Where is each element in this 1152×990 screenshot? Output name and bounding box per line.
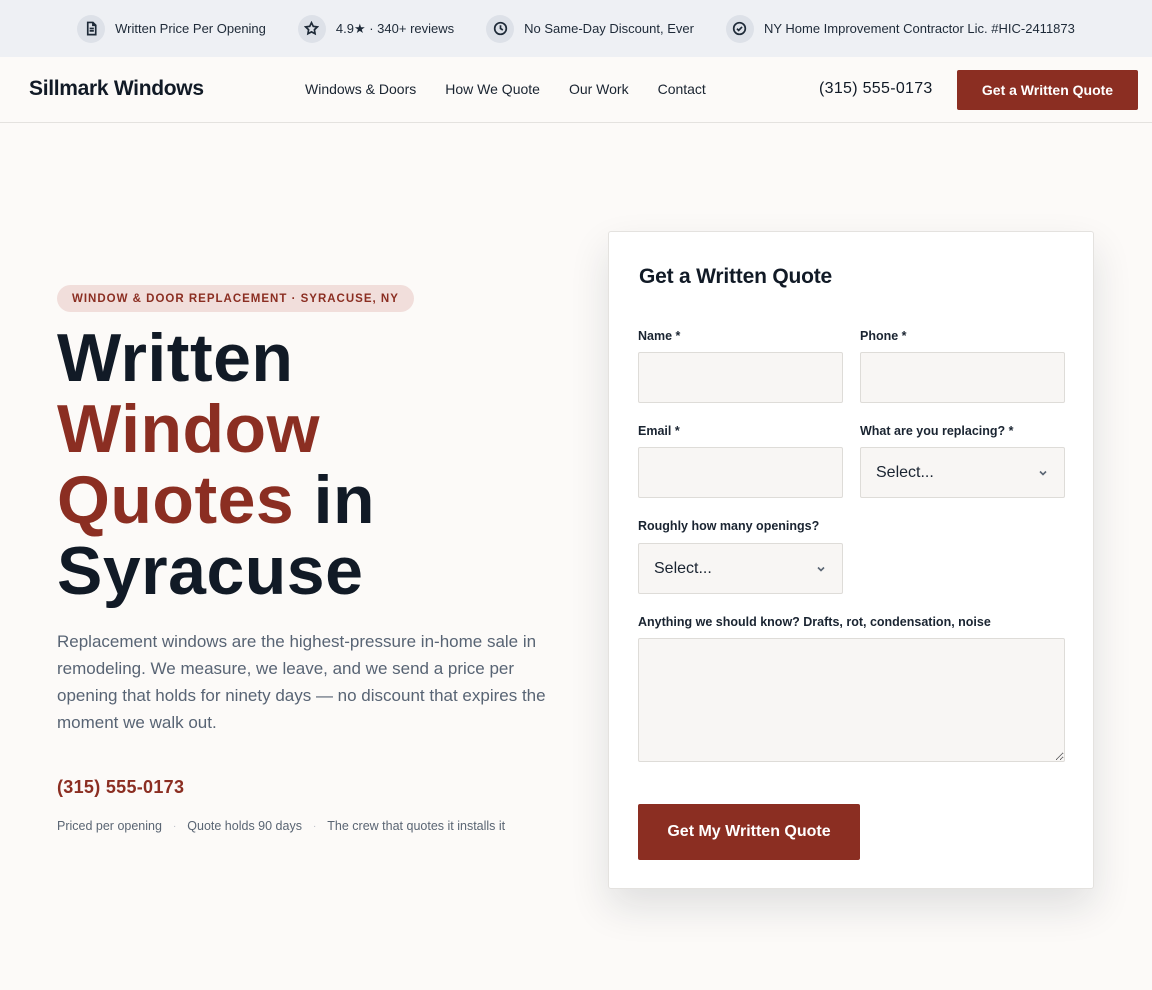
notes-label: Anything we should know? Drafts, rot, co… [638,615,991,629]
trust-item-written-price: Written Price Per Opening [77,14,266,43]
headline-line: Syracuse [57,533,364,609]
name-label: Name * [638,329,681,343]
replacing-select[interactable]: Select... [860,447,1065,498]
hero-phone-link[interactable]: (315) 555-0173 [57,777,184,798]
main-nav: Windows & Doors How We Quote Our Work Co… [305,81,706,97]
fact-separator: · [172,820,177,832]
logo[interactable]: Sillmark Windows [29,77,204,101]
header-phone-link[interactable]: (315) 555-0173 [819,80,933,98]
headline-line: Written [57,320,294,396]
header-quote-button[interactable]: Get a Written Quote [957,70,1138,110]
check-circle-icon [725,14,754,43]
trust-item-license: NY Home Improvement Contractor Lic. #HIC… [725,14,1075,43]
nav-link-our-work[interactable]: Our Work [569,81,629,97]
phone-label: Phone * [860,329,907,343]
chevron-down-icon [817,566,825,572]
trust-item-no-discount: No Same-Day Discount, Ever [486,14,694,43]
headline-accent: Quotes [57,462,295,538]
document-icon [77,14,106,43]
form-title: Get a Written Quote [639,265,832,288]
openings-label: Roughly how many openings? [638,519,820,533]
phone-input[interactable] [860,352,1065,403]
headline-line: in [294,462,376,538]
trust-label: Written Price Per Opening [115,21,266,36]
email-input[interactable] [638,447,843,498]
replacing-label: What are you replacing? * [860,424,1014,438]
submit-quote-button[interactable]: Get My Written Quote [638,804,860,860]
star-icon [297,14,326,43]
clock-icon [486,14,515,43]
openings-select-value: Select... [654,559,712,577]
nav-link-windows-doors[interactable]: Windows & Doors [305,81,416,97]
hero-facts: Priced per opening · Quote holds 90 days… [57,819,505,833]
name-input[interactable] [638,352,843,403]
site-header: Sillmark Windows Windows & Doors How We … [0,57,1152,123]
hero-description: Replacement windows are the highest-pres… [57,632,546,732]
trust-bar: Written Price Per Opening 4.9★ · 340+ re… [0,0,1152,57]
fact-separator: · [312,820,317,832]
headline-accent: Window [57,391,320,467]
hero-headline: Written Window Quotes in Syracuse [57,323,375,607]
email-label: Email * [638,424,680,438]
notes-textarea[interactable] [638,638,1065,762]
trust-item-reviews: 4.9★ · 340+ reviews [297,14,455,43]
trust-label: 4.9★ · 340+ reviews [335,20,455,36]
fact-item: Quote holds 90 days [187,819,302,833]
fact-item: Priced per opening [57,819,162,833]
hero-eyebrow-badge: WINDOW & DOOR REPLACEMENT · SYRACUSE, NY [57,285,414,312]
nav-link-how-we-quote[interactable]: How We Quote [445,81,540,97]
fact-item: The crew that quotes it installs it [327,819,506,833]
quote-form-card: Get a Written Quote Name * Phone * Email… [608,231,1094,889]
nav-link-contact[interactable]: Contact [658,81,706,97]
chevron-down-icon [1039,470,1047,476]
openings-select[interactable]: Select... [638,543,843,594]
trust-label: No Same-Day Discount, Ever [524,21,694,36]
trust-label: NY Home Improvement Contractor Lic. #HIC… [763,21,1075,36]
replacing-select-value: Select... [876,463,934,481]
